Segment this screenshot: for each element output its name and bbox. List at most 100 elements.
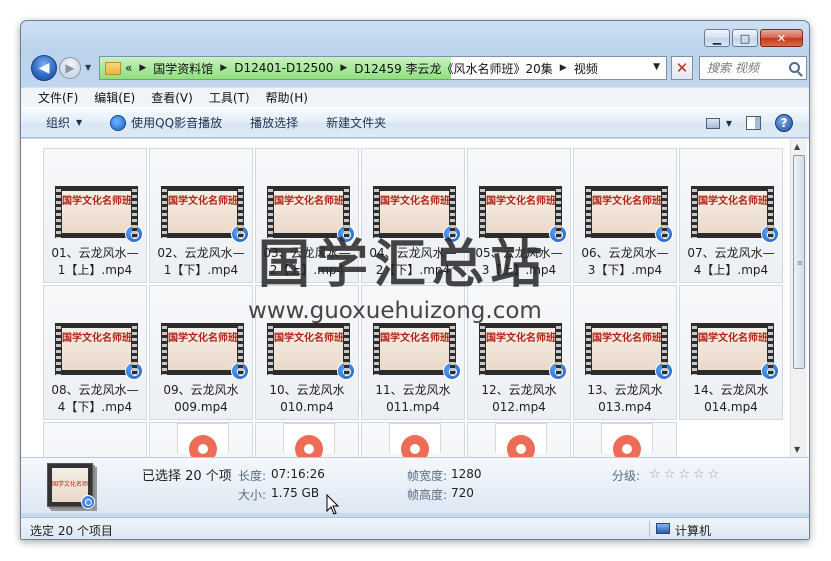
- menu-help[interactable]: 帮助(H): [266, 89, 308, 106]
- menu-tools[interactable]: 工具(T): [209, 89, 250, 106]
- forward-button[interactable]: ▶: [59, 57, 81, 79]
- file-name: 01、云龙风水— 1【上】.mp4: [44, 245, 146, 279]
- chevron-down-icon[interactable]: ▼: [726, 119, 732, 128]
- video-thumbnail: 国学文化名师班: [585, 186, 673, 243]
- file-name: 08、云龙风水— 4【下】.mp4: [44, 382, 146, 416]
- file-name-line: 012.mp4: [492, 400, 546, 414]
- file-tile[interactable]: 国学文化名师班 13、云龙风水 013.mp4: [573, 285, 677, 420]
- chevron-right-icon[interactable]: ▶: [340, 63, 347, 73]
- qq-player-icon: [443, 362, 461, 380]
- file-name-line: 02、云龙风水—: [157, 246, 245, 260]
- help-icon[interactable]: ?: [775, 114, 793, 132]
- breadcrumb-item[interactable]: D12401-D12500: [234, 61, 333, 75]
- thumbnail-title: 国学文化名师班: [62, 328, 131, 370]
- file-tile[interactable]: 国学文化名师班 02、云龙风水— 1【下】.mp4: [149, 148, 253, 283]
- maximize-button[interactable]: □: [732, 29, 758, 47]
- video-thumbnail: 国学文化名师班: [691, 186, 779, 243]
- chevron-right-icon[interactable]: ▶: [139, 63, 146, 73]
- frame-height-label: 帧高度:: [407, 488, 448, 502]
- navigation-row: ◀ ▶ ▼ « ▶ 国学资料馆 ▶ D12401-D12500 ▶ D12459…: [31, 54, 807, 82]
- file-tile[interactable]: 国学文化名师班 14、云龙风水 014.mp4: [679, 285, 783, 420]
- play-with-qq-button[interactable]: 使用QQ影音播放: [110, 114, 222, 131]
- qq-player-icon: [81, 495, 95, 509]
- file-name-line: 10、云龙风水: [269, 383, 345, 397]
- star-icon[interactable]: ☆: [649, 467, 661, 482]
- menu-edit[interactable]: 编辑(E): [94, 89, 135, 106]
- star-icon[interactable]: ☆: [708, 467, 720, 482]
- file-tile[interactable]: [255, 422, 359, 457]
- file-name-line: 09、云龙风水: [163, 383, 239, 397]
- video-thumbnail: 国学文化名师班: [691, 323, 779, 380]
- star-icon[interactable]: ☆: [664, 467, 676, 482]
- file-name-line: 08、云龙风水—: [51, 383, 139, 397]
- star-icon[interactable]: ☆: [678, 467, 690, 482]
- file-name-line: 010.mp4: [280, 400, 334, 414]
- thumbnail-title: 国学文化名师班: [380, 328, 449, 370]
- stop-loading-button[interactable]: ✕: [671, 56, 693, 80]
- close-button[interactable]: ✕: [760, 29, 803, 47]
- media-player-icon: [507, 435, 535, 457]
- breadcrumb-item[interactable]: 国学资料馆: [153, 60, 213, 77]
- length-value: 07:16:26: [271, 467, 325, 481]
- thumbnail-title: 国学文化名师班: [698, 328, 767, 370]
- file-tile[interactable]: [149, 422, 253, 457]
- breadcrumb-item[interactable]: 视频: [574, 60, 598, 77]
- watermark-title: 国学汇总站: [258, 235, 549, 295]
- play-selection-button[interactable]: 播放选择: [250, 114, 298, 131]
- qq-player-icon: [655, 362, 673, 380]
- organize-button[interactable]: 组织 ▼: [46, 114, 82, 131]
- menu-view[interactable]: 查看(V): [151, 89, 193, 106]
- file-tile[interactable]: 国学文化名师班 08、云龙风水— 4【下】.mp4: [43, 285, 147, 420]
- thumbnail-title: 国学文化名师班: [168, 328, 237, 370]
- media-player-icon: [189, 435, 217, 457]
- status-location-text: 计算机: [675, 524, 712, 538]
- qq-player-icon: [110, 114, 127, 131]
- file-name-line: 4【上】.mp4: [693, 263, 769, 277]
- breadcrumb-overflow[interactable]: «: [125, 61, 132, 75]
- video-file-icon: [495, 423, 547, 457]
- size-label: 大小:: [238, 488, 267, 502]
- new-folder-button[interactable]: 新建文件夹: [326, 114, 386, 131]
- file-tile[interactable]: 国学文化名师班 07、云龙风水— 4【上】.mp4: [679, 148, 783, 283]
- change-view-icon[interactable]: [705, 117, 720, 129]
- file-tile[interactable]: 国学文化名师班 09、云龙风水 009.mp4: [149, 285, 253, 420]
- file-tile[interactable]: 国学文化名师班 06、云龙风水— 3【下】.mp4: [573, 148, 677, 283]
- star-icon[interactable]: ☆: [693, 467, 705, 482]
- search-box[interactable]: [699, 56, 807, 80]
- vertical-scrollbar[interactable]: ▲ ≡ ▼: [790, 139, 807, 457]
- file-name-line: 12、云龙风水: [481, 383, 557, 397]
- rating-stars[interactable]: ☆ ☆ ☆ ☆ ☆: [649, 467, 719, 482]
- file-tile[interactable]: [361, 422, 465, 457]
- minimize-button[interactable]: ▁: [704, 29, 730, 47]
- file-tile[interactable]: [467, 422, 571, 457]
- video-thumbnail: 国学文化名师班: [373, 323, 461, 380]
- qq-player-icon: [761, 362, 779, 380]
- file-name: 14、云龙风水 014.mp4: [680, 382, 782, 416]
- address-bar[interactable]: « ▶ 国学资料馆 ▶ D12401-D12500 ▶ D12459 李云龙《风…: [99, 56, 667, 80]
- recent-pages-dropdown[interactable]: ▼: [85, 63, 91, 72]
- chevron-right-icon[interactable]: ▶: [560, 63, 567, 73]
- chevron-right-icon[interactable]: ▶: [220, 63, 227, 73]
- file-name-line: 009.mp4: [174, 400, 228, 414]
- preview-pane-icon[interactable]: [746, 116, 761, 130]
- qq-player-icon: [549, 362, 567, 380]
- chevron-down-icon[interactable]: ▼: [653, 62, 660, 72]
- scroll-thumb[interactable]: ≡: [793, 155, 805, 369]
- qq-player-icon: [125, 362, 143, 380]
- file-tile[interactable]: 国学文化名师班 01、云龙风水— 1【上】.mp4: [43, 148, 147, 283]
- search-icon[interactable]: [789, 62, 800, 73]
- file-tile[interactable]: [573, 422, 677, 457]
- thumbnail-title: 国学文化名师班: [486, 328, 555, 370]
- search-input[interactable]: [707, 61, 791, 75]
- file-name-line: 11、云龙风水: [375, 383, 451, 397]
- breadcrumb-item[interactable]: D12459 李云龙《风水名师班》20集: [354, 60, 553, 77]
- scroll-down-icon[interactable]: ▼: [794, 445, 800, 454]
- back-button[interactable]: ◀: [31, 55, 57, 81]
- menu-file[interactable]: 文件(F): [38, 89, 78, 106]
- thumbnail-title: 国学文化名师班: [592, 328, 661, 370]
- file-name-line: 07、云龙风水—: [687, 246, 775, 260]
- frame-width-value: 1280: [451, 467, 482, 481]
- file-tile[interactable]: [43, 422, 147, 457]
- frame-width-label: 帧宽度:: [407, 469, 448, 483]
- scroll-up-icon[interactable]: ▲: [794, 142, 800, 151]
